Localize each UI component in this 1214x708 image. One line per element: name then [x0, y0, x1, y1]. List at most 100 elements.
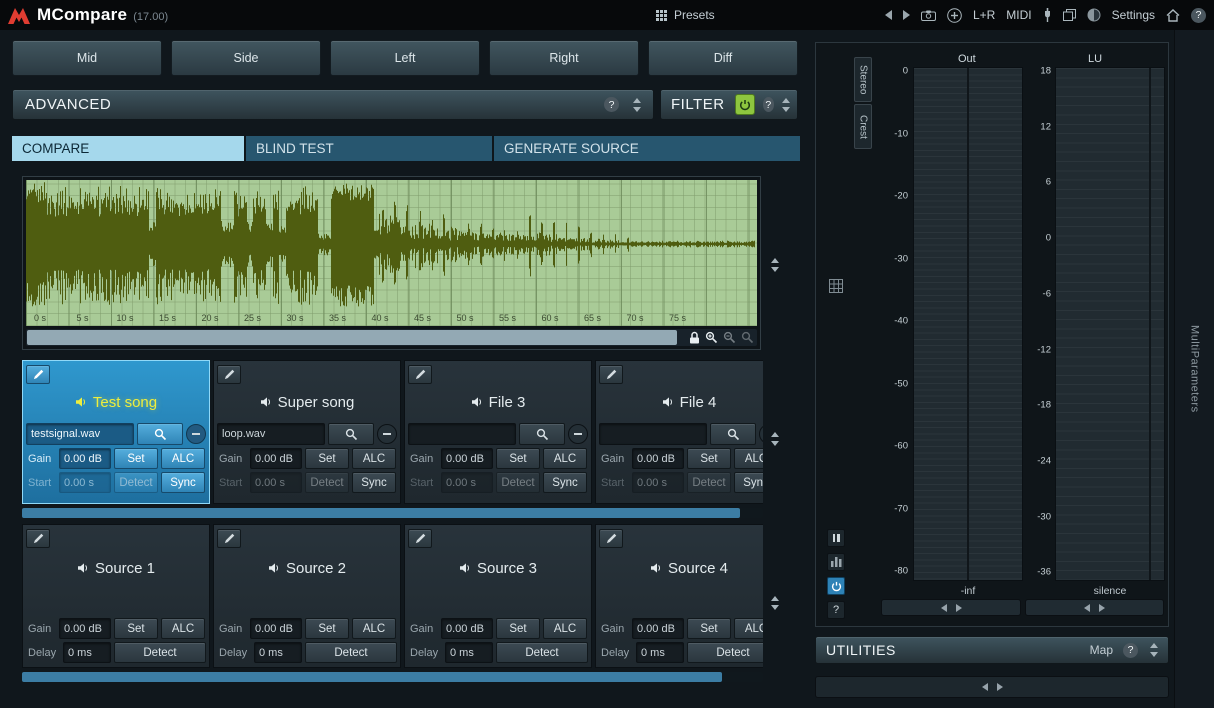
window-icon[interactable] — [1062, 9, 1076, 21]
tab-blind-test[interactable]: BLIND TEST — [246, 136, 494, 161]
source-slot-2[interactable]: Source 2 Gain 0.00 dB Set ALC Delay 0 ms… — [213, 524, 401, 668]
out-meter[interactable] — [913, 67, 1023, 581]
browse-file-button[interactable] — [519, 423, 565, 445]
file-slot-3[interactable]: File 3 Gain 0.00 dB Set ALC Start 0.00 s… — [404, 360, 592, 504]
waveform-resize-arrows[interactable] — [769, 258, 781, 272]
remove-file-button[interactable] — [568, 424, 588, 444]
delay-value[interactable]: 0 ms — [636, 642, 684, 663]
utilities-collapse-arrows[interactable] — [1148, 643, 1160, 657]
set-button[interactable]: Set — [305, 618, 349, 639]
detect-button[interactable]: Detect — [305, 472, 349, 493]
scroll-thumb[interactable] — [22, 508, 740, 518]
edit-button[interactable] — [26, 365, 50, 384]
gain-value[interactable]: 0.00 dB — [632, 618, 684, 639]
sync-button[interactable]: Sync — [734, 472, 763, 493]
source-slots-scrollbar[interactable] — [22, 672, 763, 682]
file-slots-resize-arrows[interactable] — [769, 432, 781, 446]
home-icon[interactable] — [1166, 8, 1180, 22]
detect-button[interactable]: Detect — [496, 472, 540, 493]
waveform-scroll-thumb[interactable] — [27, 330, 677, 345]
channel-button-side[interactable]: Side — [171, 40, 321, 76]
delay-value[interactable]: 0 ms — [254, 642, 302, 663]
theme-icon[interactable] — [1087, 8, 1101, 22]
browse-file-button[interactable] — [137, 423, 183, 445]
browse-file-button[interactable] — [710, 423, 756, 445]
waveform-display[interactable]: 0 s 5 s 10 s 15 s 20 s 25 s 30 s 35 s 40 s 45 s 50… — [26, 180, 757, 326]
start-value[interactable]: 0.00 s — [250, 472, 302, 493]
screenshot-icon[interactable] — [920, 10, 936, 21]
settings-button[interactable]: Settings — [1112, 8, 1155, 22]
delay-value[interactable]: 0 ms — [445, 642, 493, 663]
start-value[interactable]: 0.00 s — [441, 472, 493, 493]
right-bottom-scrollbar[interactable] — [815, 676, 1169, 698]
map-button[interactable]: Map — [1090, 643, 1113, 657]
meter-table-button[interactable] — [827, 277, 845, 295]
next-preset-arrow[interactable] — [902, 10, 910, 20]
waveform-scrollbar[interactable] — [26, 329, 757, 346]
gain-value[interactable]: 0.00 dB — [250, 618, 302, 639]
filter-collapse-arrows[interactable] — [782, 97, 791, 112]
channel-mode-button[interactable]: L+R — [973, 8, 995, 22]
set-button[interactable]: Set — [687, 448, 731, 469]
zoom-in-icon[interactable] — [705, 331, 718, 344]
channel-button-mid[interactable]: Mid — [12, 40, 162, 76]
detect-button[interactable]: Detect — [687, 472, 731, 493]
multiparameters-panel-toggle[interactable]: MultiParameters — [1174, 30, 1214, 708]
filename-field[interactable]: loop.wav — [217, 423, 325, 445]
alc-button[interactable]: ALC — [352, 618, 396, 639]
gain-value[interactable]: 0.00 dB — [632, 448, 684, 469]
advanced-help-button[interactable]: ? — [604, 97, 619, 112]
meter-help-button[interactable]: ? — [827, 601, 845, 619]
midi-button[interactable]: MIDI — [1006, 8, 1031, 22]
advanced-panel-header[interactable]: ADVANCED ? — [12, 89, 654, 120]
edit-button[interactable] — [217, 365, 241, 384]
file-slot-1[interactable]: Test song testsignal.wav Gain 0.00 dB Se… — [22, 360, 210, 504]
tab-generate-source[interactable]: GENERATE SOURCE — [494, 136, 800, 161]
utilities-panel-header[interactable]: UTILITIES Map ? — [815, 636, 1169, 664]
meter-pause-button[interactable] — [827, 529, 845, 547]
channel-button-left[interactable]: Left — [330, 40, 480, 76]
source-slot-4[interactable]: Source 4 Gain 0.00 dB Set ALC Delay 0 ms… — [595, 524, 763, 668]
help-button[interactable]: ? — [1191, 7, 1206, 23]
meter-mode-button[interactable] — [827, 553, 845, 571]
set-button[interactable]: Set — [496, 448, 540, 469]
edit-button[interactable] — [217, 529, 241, 548]
out-meter-range-scrollbar[interactable] — [881, 599, 1021, 616]
gain-value[interactable]: 0.00 dB — [441, 448, 493, 469]
channel-button-diff[interactable]: Diff — [648, 40, 798, 76]
detect-button[interactable]: Detect — [687, 642, 763, 663]
set-button[interactable]: Set — [305, 448, 349, 469]
add-icon[interactable] — [947, 7, 962, 23]
detect-button[interactable]: Detect — [305, 642, 397, 663]
browse-file-button[interactable] — [328, 423, 374, 445]
file-slot-2[interactable]: Super song loop.wav Gain 0.00 dB Set ALC… — [213, 360, 401, 504]
tab-compare[interactable]: COMPARE — [12, 136, 246, 161]
set-button[interactable]: Set — [687, 618, 731, 639]
set-button[interactable]: Set — [114, 618, 158, 639]
remove-file-button[interactable] — [377, 424, 397, 444]
edit-button[interactable] — [26, 529, 50, 548]
set-button[interactable]: Set — [496, 618, 540, 639]
sync-button[interactable]: Sync — [352, 472, 396, 493]
detect-button[interactable]: Detect — [496, 642, 588, 663]
scroll-thumb[interactable] — [22, 672, 722, 682]
source-slot-1[interactable]: Source 1 Gain 0.00 dB Set ALC Delay 0 ms… — [22, 524, 210, 668]
filter-panel-header[interactable]: FILTER ? — [660, 89, 798, 120]
advanced-collapse-arrows[interactable] — [631, 97, 643, 112]
alc-button[interactable]: ALC — [352, 448, 396, 469]
filename-field[interactable] — [408, 423, 516, 445]
start-value[interactable]: 0.00 s — [632, 472, 684, 493]
sync-button[interactable]: Sync — [161, 472, 205, 493]
alc-button[interactable]: ALC — [734, 448, 763, 469]
edit-button[interactable] — [408, 365, 432, 384]
presets-button[interactable]: Presets — [656, 0, 715, 30]
gain-value[interactable]: 0.00 dB — [250, 448, 302, 469]
alc-button[interactable]: ALC — [161, 618, 205, 639]
gain-value[interactable]: 0.00 dB — [59, 448, 111, 469]
remove-file-button[interactable] — [186, 424, 206, 444]
filter-power-toggle[interactable] — [734, 94, 755, 115]
set-button[interactable]: Set — [114, 448, 158, 469]
source-slots-resize-arrows[interactable] — [769, 596, 781, 610]
lu-meter[interactable] — [1055, 67, 1165, 581]
delay-value[interactable]: 0 ms — [63, 642, 111, 663]
